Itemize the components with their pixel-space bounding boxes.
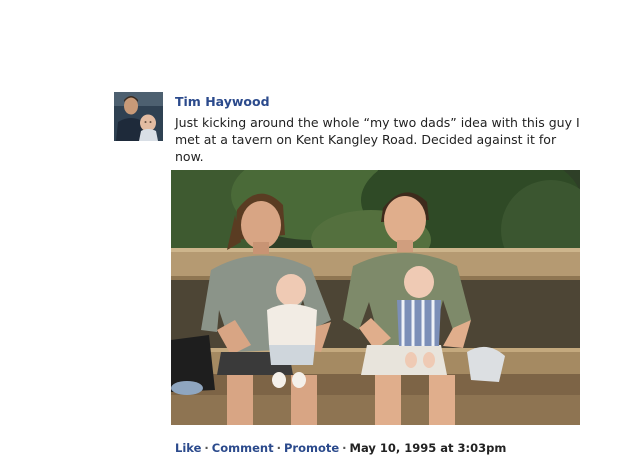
post-text: Just kicking around the whole “my two da… <box>175 115 580 164</box>
author-name-link[interactable]: Tim Haywood <box>175 94 270 109</box>
post-photo[interactable] <box>171 170 580 425</box>
post-timestamp[interactable]: May 10, 1995 at 3:03pm <box>350 441 507 455</box>
separator-dot: · <box>204 441 209 455</box>
separator-dot: · <box>342 441 347 455</box>
photo-image <box>171 170 580 425</box>
like-link[interactable]: Like <box>175 441 201 455</box>
feed-post: Tim Haywood Just kicking around the whol… <box>0 0 640 455</box>
author-avatar[interactable] <box>114 92 163 141</box>
post-footer: Like · Comment · Promote · May 10, 1995 at 3:0… <box>175 441 506 455</box>
comment-link[interactable]: Comment <box>212 441 274 455</box>
separator-dot: · <box>276 441 281 455</box>
promote-link[interactable]: Promote <box>284 441 339 455</box>
avatar-photo <box>114 92 163 141</box>
